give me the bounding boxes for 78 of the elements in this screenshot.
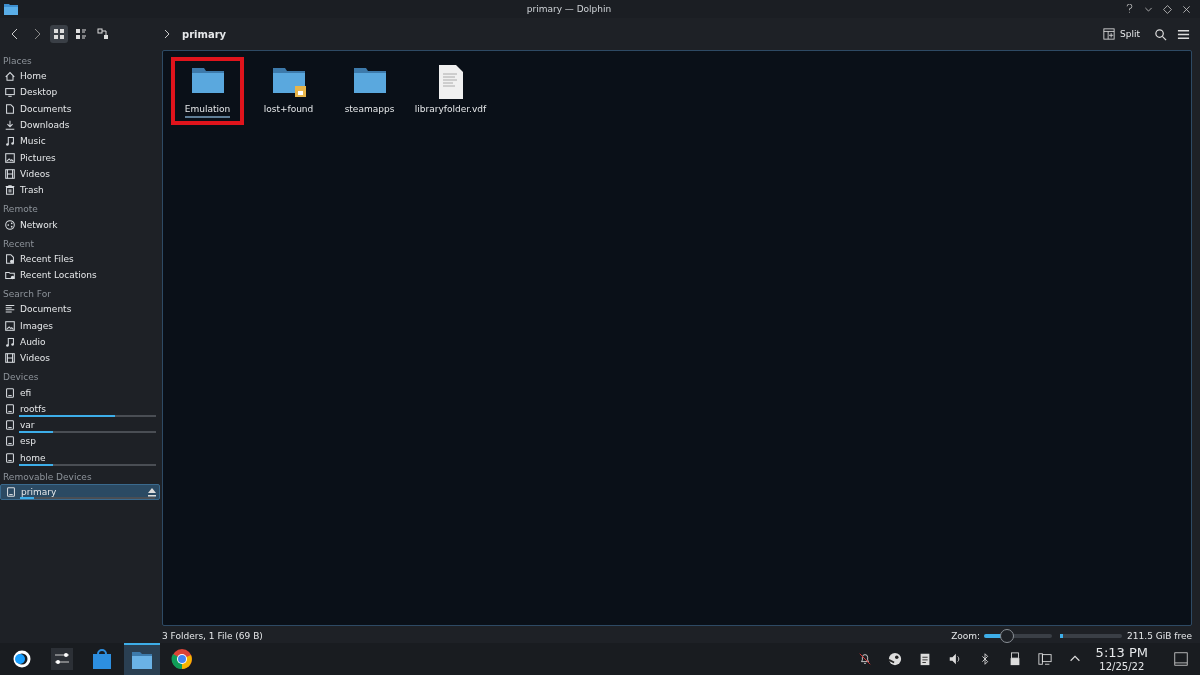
download-icon xyxy=(4,119,16,132)
sidebar-item[interactable]: Documents xyxy=(0,100,160,117)
browser-icon xyxy=(170,647,194,671)
drive-icon xyxy=(4,386,16,399)
sidebar-item[interactable]: Downloads xyxy=(0,116,160,134)
clock[interactable]: 5:13 PM 12/25/22 xyxy=(1095,646,1148,672)
chevron-icon xyxy=(164,30,170,38)
drive-icon xyxy=(4,402,16,415)
file-item[interactable]: libraryfolder.vdf xyxy=(414,57,487,123)
recent-folder-icon xyxy=(4,269,16,282)
sidebar-item[interactable]: Pictures xyxy=(0,149,160,166)
document-icon xyxy=(4,102,16,115)
sidebar-item[interactable]: efi xyxy=(0,384,160,401)
eject-icon xyxy=(147,487,157,498)
drive-icon xyxy=(4,451,16,464)
sidebar-item[interactable]: Audio xyxy=(0,333,160,351)
section-heading: Search For xyxy=(2,288,52,302)
zoom-slider[interactable] xyxy=(984,628,1053,643)
image-icon xyxy=(4,319,16,332)
free-space-text: 211.5 GiB free xyxy=(1127,630,1192,641)
sidebar-item[interactable]: Videos xyxy=(0,165,160,183)
shopping-bag-icon xyxy=(90,647,114,671)
sidebar-item[interactable]: Desktop xyxy=(0,84,160,101)
section-heading: Places xyxy=(2,55,33,68)
list-icon xyxy=(74,27,88,41)
image-icon xyxy=(4,151,16,164)
show-desktop-icon xyxy=(1174,650,1188,668)
window-title: primary — Dolphin xyxy=(525,4,613,14)
slider-thumb[interactable] xyxy=(1000,628,1015,643)
file-item[interactable]: lost+found xyxy=(252,57,325,123)
drive-icon xyxy=(4,419,16,432)
menu-icon xyxy=(1177,27,1190,41)
trash-icon xyxy=(4,184,16,197)
tree-icon xyxy=(96,27,110,41)
text-lines-icon xyxy=(4,303,16,316)
sidebar-item[interactable]: Documents xyxy=(0,301,160,318)
recent-file-icon xyxy=(4,252,16,265)
sidebar-item[interactable]: Videos xyxy=(0,350,160,367)
sidebar-item[interactable]: Recent Files xyxy=(0,250,160,267)
monitor-icon xyxy=(4,86,16,99)
notifications-off-icon xyxy=(857,651,872,667)
music-note-icon xyxy=(4,336,16,348)
sidebar-item[interactable]: Network xyxy=(0,216,160,233)
film-icon xyxy=(4,167,16,180)
icons-view-button[interactable] xyxy=(50,25,68,43)
home-icon xyxy=(4,70,16,83)
sidebar-item[interactable]: Images xyxy=(0,317,160,334)
breadcrumb-item[interactable]: primary xyxy=(176,27,233,41)
drive-icon xyxy=(5,486,17,499)
settings-sliders-icon xyxy=(50,647,74,671)
grid-icon xyxy=(52,27,66,41)
film-icon xyxy=(4,352,16,365)
sidebar-item[interactable]: var xyxy=(0,417,160,434)
sidebar-item[interactable]: Music xyxy=(0,133,160,150)
volume-icon xyxy=(947,651,962,667)
sidebar-item[interactable]: rootfs xyxy=(0,400,160,418)
section-heading: Removable Devices xyxy=(2,470,93,484)
sidebar-item[interactable]: esp xyxy=(0,433,160,450)
folder-icon xyxy=(4,3,18,15)
split-button[interactable]: Split xyxy=(1097,27,1146,41)
file-item[interactable]: steamapps xyxy=(333,57,406,123)
split-panel-icon xyxy=(1103,28,1116,40)
status-text: 3 Folders, 1 File (69 B) xyxy=(162,630,264,641)
sidebar-item[interactable]: primary xyxy=(0,483,160,501)
section-heading: Remote xyxy=(2,203,39,217)
sidebar-item[interactable]: Home xyxy=(0,68,160,85)
drive-icon xyxy=(4,435,16,448)
zoom-label: Zoom: xyxy=(951,630,981,641)
network-wired-icon xyxy=(1037,651,1052,667)
sidebar-item[interactable]: home xyxy=(0,449,160,466)
section-heading: Devices xyxy=(2,371,40,385)
sidebar-item[interactable]: Recent Locations xyxy=(0,266,160,284)
search-icon xyxy=(1154,27,1167,41)
sidebar-item[interactable]: Trash xyxy=(0,182,160,199)
file-item[interactable]: Emulation xyxy=(171,57,244,125)
section-heading: Recent xyxy=(2,237,36,251)
network-icon xyxy=(4,218,16,231)
music-note-icon xyxy=(4,135,16,148)
